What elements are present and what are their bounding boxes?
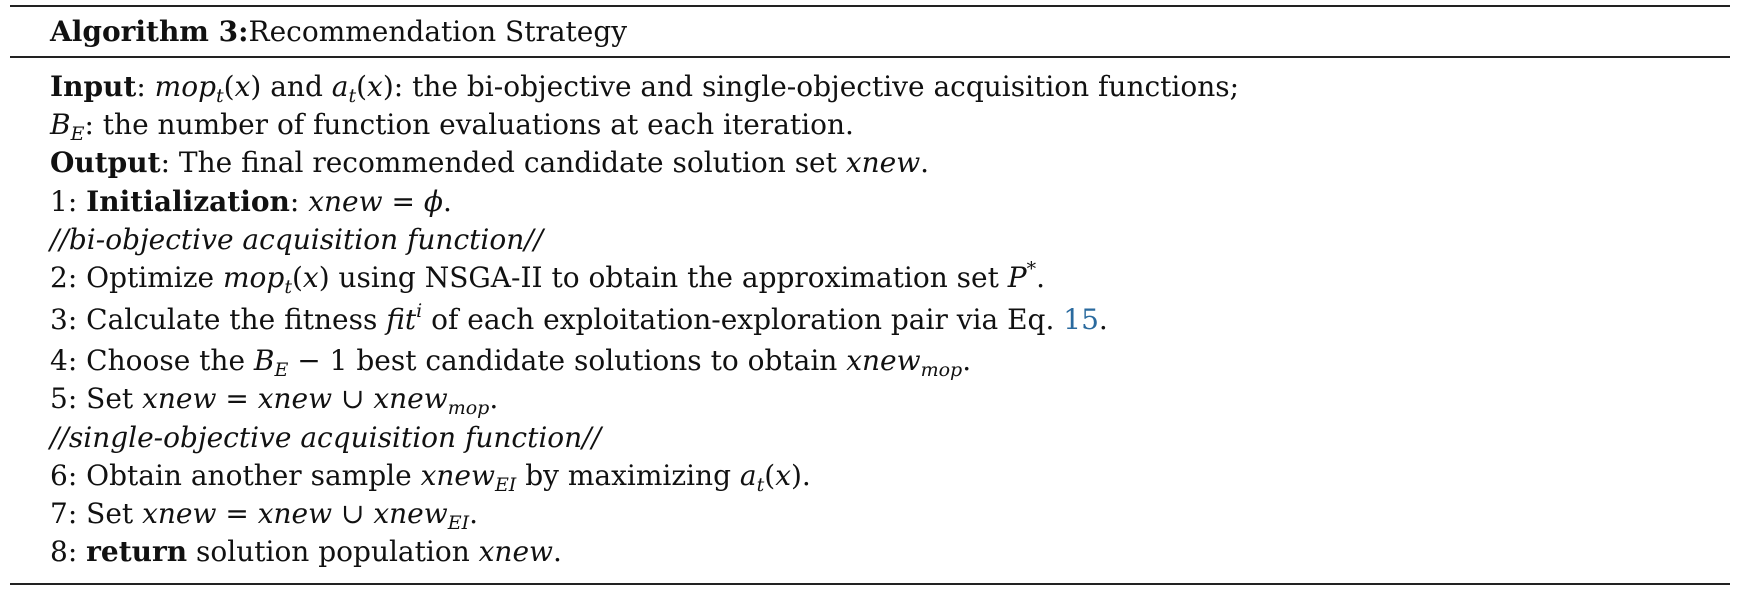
step-6-pre: 6: Obtain another sample bbox=[50, 458, 421, 492]
be-line: BE: the number of function evaluations a… bbox=[50, 108, 854, 146]
output-text: : The final recommended candidate soluti… bbox=[160, 146, 846, 180]
top-rule bbox=[10, 5, 1730, 7]
comment-single-objective: //single-objective acquisition function/… bbox=[50, 419, 1710, 457]
be-text: : the number of function evaluations at … bbox=[84, 108, 854, 142]
output-line: Output: The final recommended candidate … bbox=[50, 146, 930, 180]
step-4-pre: 4: Choose the bbox=[50, 344, 254, 378]
algorithm-body: Input: mopt(x) and at(x): the bi-objecti… bbox=[50, 68, 1710, 571]
step-1-label: Initialization bbox=[86, 184, 290, 218]
step-8-label: return bbox=[86, 535, 188, 569]
step-5-pre: 5: Set bbox=[50, 382, 143, 416]
step-6: 6: Obtain another sample xnewEI by maxim… bbox=[50, 458, 811, 496]
input-text: : the bi-objective and single-objective … bbox=[393, 70, 1240, 103]
step-8-number: 8: bbox=[50, 535, 87, 569]
step-7-pre: 7: Set bbox=[50, 497, 143, 531]
step-2-text: using NSGA-II to obtain the approximatio… bbox=[329, 261, 1008, 295]
step-1-number: 1: bbox=[50, 184, 87, 218]
algorithm-label: Algorithm 3: bbox=[50, 15, 249, 48]
bottom-rule bbox=[10, 583, 1730, 585]
header-rule bbox=[10, 56, 1730, 58]
comment-bi-text: //bi-objective acquisition function// bbox=[50, 222, 544, 256]
output-label: Output bbox=[50, 146, 161, 180]
step-7: 7: Set xnew = xnew ∪ xnewEI. bbox=[50, 497, 478, 535]
comment-single-text: //single-objective acquisition function/… bbox=[50, 420, 602, 454]
step-3-text: of each exploitation-exploration pair vi… bbox=[422, 303, 1064, 337]
step-5: 5: Set xnew = xnew ∪ xnewmop. bbox=[50, 382, 499, 420]
input-line: Input: mopt(x) and at(x): the bi-objecti… bbox=[50, 70, 1240, 107]
step-6-text: by maximizing bbox=[516, 458, 740, 492]
step-8-text: solution population bbox=[187, 535, 479, 569]
comment-bi-objective: //bi-objective acquisition function// bbox=[50, 221, 1710, 259]
step-8: 8: return solution population xnew. bbox=[50, 535, 562, 569]
step-1: 1: Initialization: xnew = ϕ. bbox=[50, 184, 452, 218]
equation-link[interactable]: 15 bbox=[1063, 303, 1099, 336]
algorithm-name: Recommendation Strategy bbox=[248, 15, 628, 48]
algorithm-title: Algorithm 3:Recommendation Strategy bbox=[50, 14, 627, 50]
step-2: 2: Optimize mopt(x) using NSGA-II to obt… bbox=[50, 258, 1045, 299]
step-4-text: best candidate solutions to obtain bbox=[347, 344, 847, 378]
step-4: 4: Choose the BE − 1 best candidate solu… bbox=[50, 344, 972, 382]
input-label: Input bbox=[50, 70, 137, 103]
step-3: 3: Calculate the fitness fiti of each ex… bbox=[50, 300, 1108, 337]
step-2-pre: 2: Optimize bbox=[50, 261, 223, 295]
step-3-pre: 3: Calculate the fitness bbox=[50, 303, 387, 337]
